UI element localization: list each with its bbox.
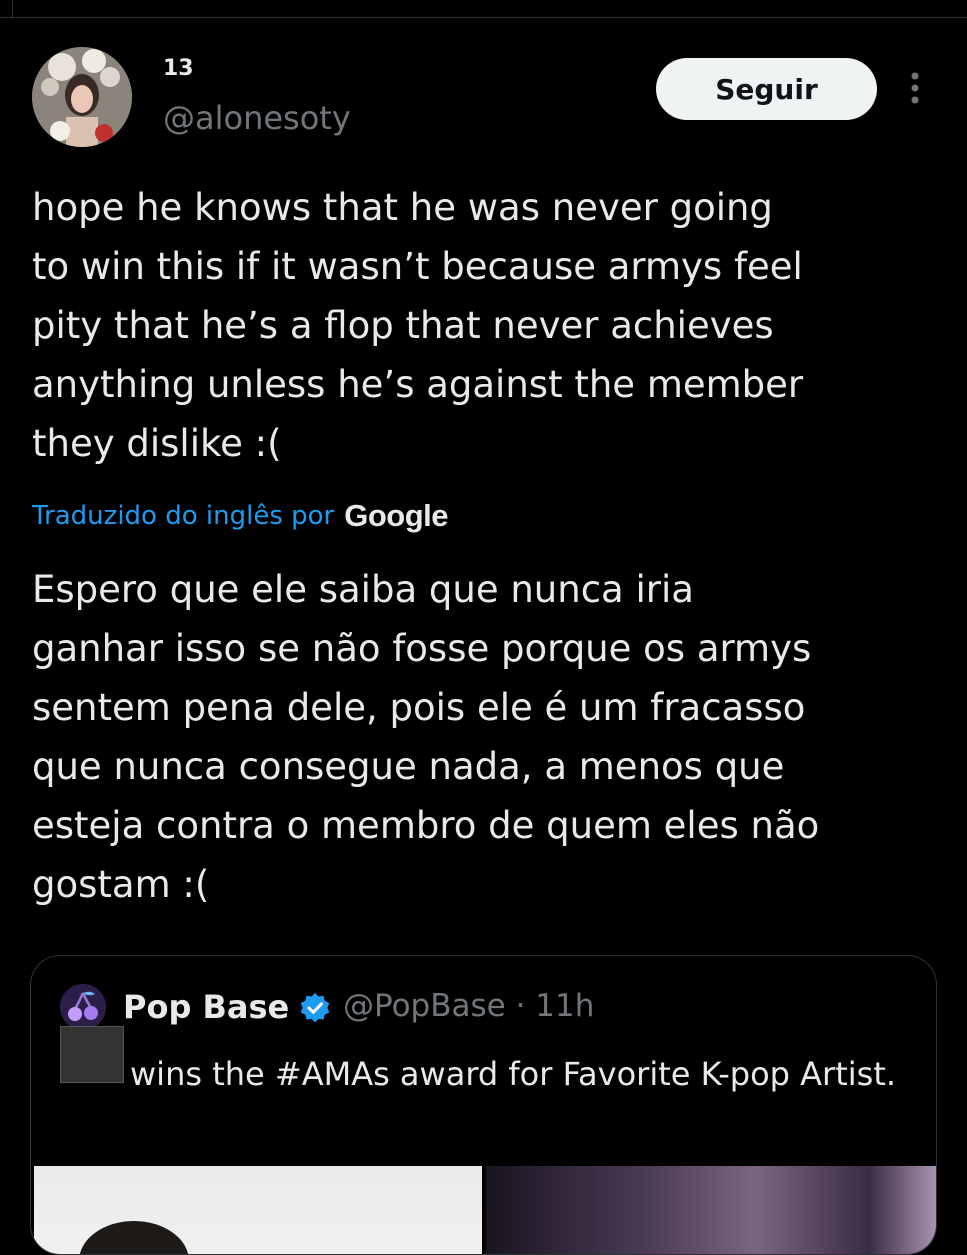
quoted-author-name[interactable]: Pop Base (123, 988, 289, 1026)
translated-by-label[interactable]: Traduzido do inglês por (32, 501, 334, 531)
author-handle[interactable]: @alonesoty (163, 99, 351, 137)
quoted-media-right[interactable] (486, 1166, 936, 1254)
cherry-logo-icon[interactable] (60, 984, 106, 1030)
avatar-image (32, 47, 132, 147)
author-display-name[interactable]: 13 (163, 56, 194, 81)
quoted-handle-time[interactable]: @PopBase · 11h (343, 988, 594, 1024)
translated-text: Espero que ele saiba que nunca iria ganh… (32, 568, 820, 906)
previous-post-border (0, 0, 967, 18)
follow-button[interactable]: Seguir (656, 58, 877, 120)
translation-attribution[interactable]: Traduzido do inglês por Google (32, 496, 449, 536)
verified-badge-icon (299, 992, 331, 1024)
more-vertical-icon[interactable] (900, 70, 930, 110)
quoted-tweet-card[interactable]: Pop Base @PopBase · 11h wins the #AMAs a… (30, 955, 937, 1255)
google-logo: Google (344, 498, 449, 533)
quoted-tweet-text: wins the #AMAs award for Favorite K-pop … (130, 1055, 897, 1093)
author-avatar[interactable] (32, 47, 132, 147)
quoted-media-left[interactable] (34, 1166, 482, 1254)
tweet-text: hope he knows that he was never going to… (32, 186, 804, 465)
